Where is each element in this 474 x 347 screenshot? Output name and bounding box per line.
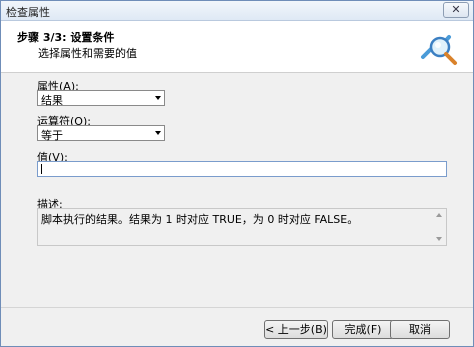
description-box: 脚本执行的结果。结果为 1 时对应 TRUE，为 0 时对应 FALSE。 (37, 208, 447, 246)
attribute-select-value: 结果 (41, 94, 63, 107)
close-button[interactable]: ✕ (443, 2, 469, 18)
step-subtitle: 选择属性和需要的值 (38, 47, 137, 60)
back-button[interactable]: < 上一步(B) (264, 320, 328, 339)
wizard-header: 步骤 3/3: 设置条件 选择属性和需要的值 (1, 21, 473, 73)
scroll-up-icon[interactable] (436, 213, 442, 217)
attribute-select[interactable]: 结果 (37, 90, 165, 107)
finish-button[interactable]: 完成(F) (332, 320, 394, 339)
operator-select-value: 等于 (41, 129, 63, 142)
footer-divider (1, 307, 473, 308)
value-input[interactable] (37, 161, 447, 177)
dialog-window: 检查属性 ✕ 步骤 3/3: 设置条件 选择属性和需要的值 属性(A): 结果 … (0, 0, 474, 347)
title-bar[interactable]: 检查属性 ✕ (1, 1, 473, 21)
cancel-button[interactable]: 取消 (390, 320, 450, 339)
window-title: 检查属性 (6, 6, 50, 19)
chevron-down-icon[interactable] (155, 131, 161, 135)
scroll-down-icon[interactable] (436, 237, 442, 241)
text-caret (41, 164, 42, 174)
operator-select[interactable]: 等于 (37, 125, 165, 142)
description-scrollbar[interactable] (433, 209, 446, 245)
close-icon: ✕ (451, 3, 461, 16)
magnifier-check-icon (421, 35, 457, 65)
chevron-down-icon[interactable] (155, 96, 161, 100)
description-text: 脚本执行的结果。结果为 1 时对应 TRUE，为 0 时对应 FALSE。 (41, 213, 359, 226)
step-title: 步骤 3/3: 设置条件 (17, 31, 115, 44)
